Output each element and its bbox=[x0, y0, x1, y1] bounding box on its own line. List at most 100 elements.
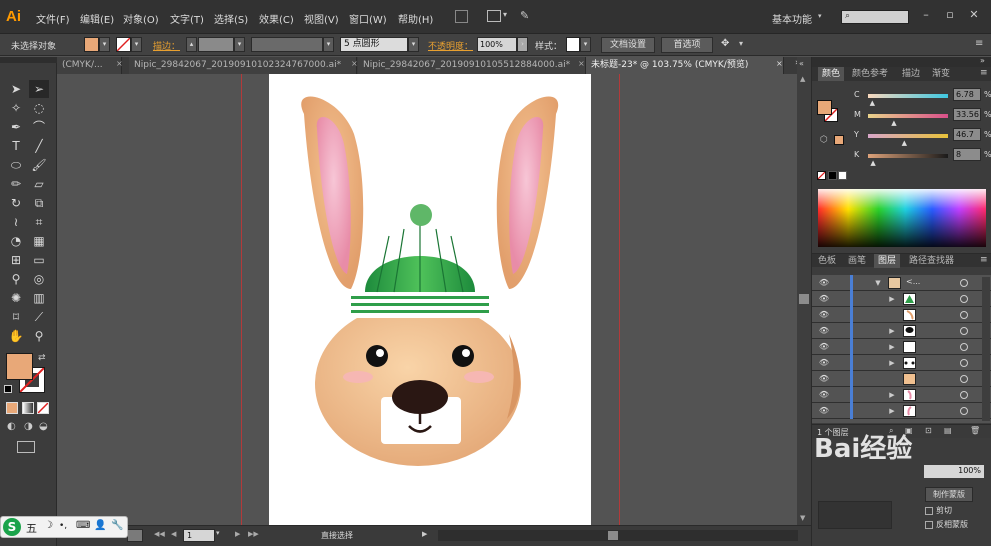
search-input[interactable]: ⌕ bbox=[841, 10, 909, 24]
layer-row[interactable]: 👁 ▶ bbox=[812, 339, 991, 355]
eraser-tool-icon[interactable]: ▱ bbox=[29, 175, 49, 193]
channel-y-slider[interactable] bbox=[868, 134, 948, 138]
clip-checkbox[interactable] bbox=[925, 507, 933, 515]
tab-layers[interactable]: 图层 bbox=[874, 254, 901, 268]
type-tool-icon[interactable]: T bbox=[6, 137, 26, 155]
tab-gradient[interactable]: 渐变 bbox=[928, 67, 954, 81]
channel-k-value[interactable]: 8 bbox=[953, 148, 981, 161]
tab-document-3[interactable]: Nipic_29842067_20190910105512884000.ai* bbox=[358, 57, 586, 74]
draw-behind-icon[interactable]: ◑ bbox=[24, 421, 33, 432]
tab-color[interactable]: 颜色 bbox=[818, 67, 845, 81]
channel-c-value[interactable]: 6.78 bbox=[953, 88, 981, 101]
target-indicator[interactable] bbox=[960, 343, 968, 351]
tab-pathfinder[interactable]: 路径查找器 bbox=[905, 254, 958, 268]
eye-icon[interactable]: 👁 bbox=[818, 374, 830, 384]
rotate-tool-icon[interactable]: ↻ bbox=[6, 194, 26, 212]
ime-user-icon[interactable]: 👤 bbox=[94, 520, 106, 531]
layer-row[interactable]: 👁 ▶ bbox=[812, 291, 991, 307]
shape-builder-tool-icon[interactable]: ◔ bbox=[6, 232, 26, 250]
stroke-label[interactable]: 描边： bbox=[153, 39, 180, 52]
tab-brushes[interactable]: 画笔 bbox=[844, 254, 870, 268]
chevron-right-icon[interactable]: ▶ bbox=[888, 358, 896, 368]
target-indicator[interactable] bbox=[960, 311, 968, 319]
make-mask-button[interactable]: 制作蒙版 bbox=[925, 487, 973, 502]
none-swatch[interactable] bbox=[817, 171, 826, 180]
layer-row[interactable]: 👁 ▶ bbox=[812, 403, 991, 419]
target-indicator[interactable] bbox=[960, 375, 968, 383]
chevron-right-icon[interactable]: ▶ bbox=[888, 326, 896, 336]
preferences-button[interactable]: 首选项 bbox=[661, 37, 713, 53]
none-mode-icon[interactable] bbox=[37, 402, 49, 414]
channel-k-thumb[interactable]: ▲ bbox=[870, 159, 875, 167]
channel-y-thumb[interactable]: ▲ bbox=[902, 139, 907, 147]
first-artboard-arrow[interactable]: ◀◀ bbox=[154, 530, 165, 538]
eye-icon[interactable]: 👁 bbox=[818, 342, 830, 352]
tab-document-2[interactable]: Nipic_29842067_20190910102324767000.ai* bbox=[129, 57, 357, 74]
chevron-down-icon[interactable]: ▾ bbox=[323, 37, 334, 52]
channel-c-slider[interactable] bbox=[868, 94, 948, 98]
symbol-sprayer-tool-icon[interactable]: ✺ bbox=[6, 289, 26, 307]
layer-row[interactable]: 👁 ▶ bbox=[812, 323, 991, 339]
perspective-grid-tool-icon[interactable]: ▦ bbox=[29, 232, 49, 250]
ime-toolbar[interactable]: S 五 ☽ •, ⌨ 👤 🔧 bbox=[0, 516, 128, 538]
menu-type[interactable]: 文字(T) bbox=[170, 11, 204, 26]
tab-document-active[interactable]: 未标题-23* @ 103.75% (CMYK/预览) bbox=[586, 57, 784, 74]
draw-inside-icon[interactable]: ◒ bbox=[39, 421, 48, 432]
h-scroll-thumb[interactable] bbox=[608, 531, 618, 540]
ime-tools-icon[interactable]: 🔧 bbox=[111, 520, 123, 531]
eye-icon[interactable]: 👁 bbox=[818, 278, 830, 288]
eye-icon[interactable]: 👁 bbox=[818, 390, 830, 400]
eye-icon[interactable]: 👁 bbox=[818, 326, 830, 336]
target-indicator[interactable] bbox=[960, 279, 968, 287]
channel-m-slider[interactable] bbox=[868, 114, 948, 118]
fill-color-swatch[interactable] bbox=[6, 353, 33, 380]
channel-m-value[interactable]: 33.56 bbox=[953, 108, 981, 121]
chevron-down-icon[interactable]: ▾ bbox=[580, 37, 591, 52]
gpu-performance-icon[interactable]: ✎ bbox=[520, 9, 529, 22]
panel-menu-icon[interactable]: ≡ bbox=[980, 68, 988, 78]
pen-tool-icon[interactable]: ✒ bbox=[6, 118, 26, 136]
color-spectrum[interactable] bbox=[818, 189, 986, 247]
chevron-right-icon[interactable]: ▶ bbox=[888, 294, 896, 304]
stroke-dropdown[interactable]: ▾ bbox=[131, 37, 142, 52]
eye-icon[interactable]: 👁 bbox=[818, 358, 830, 368]
menu-object[interactable]: 对象(O) bbox=[123, 11, 159, 26]
panel-dock-header[interactable]: » bbox=[812, 56, 991, 67]
eye-icon[interactable]: 👁 bbox=[818, 294, 830, 304]
minimize-button[interactable]: – bbox=[918, 8, 934, 22]
color-mode-icon[interactable] bbox=[6, 402, 18, 414]
black-swatch[interactable] bbox=[828, 171, 837, 180]
chevron-down-icon[interactable]: ▾ bbox=[818, 12, 822, 20]
menu-edit[interactable]: 编辑(E) bbox=[80, 11, 114, 26]
blend-tool-icon[interactable]: ◎ bbox=[29, 270, 49, 288]
tab-stroke[interactable]: 描边 bbox=[898, 67, 924, 81]
fill-dropdown[interactable]: ▾ bbox=[99, 37, 110, 52]
collapse-panels-icon[interactable]: « bbox=[799, 59, 804, 68]
bridge-icon[interactable] bbox=[455, 10, 468, 23]
last-artboard-arrow[interactable]: ▶▶ bbox=[248, 530, 259, 538]
swap-fill-stroke-icon[interactable]: ⇄ bbox=[38, 353, 46, 363]
next-artboard-arrow[interactable]: ▶ bbox=[235, 530, 240, 538]
screen-mode-icon[interactable] bbox=[17, 441, 35, 453]
gradient-mode-icon[interactable] bbox=[22, 402, 34, 414]
layer-row[interactable]: 👁 ▶ bbox=[812, 355, 991, 371]
chevron-down-icon[interactable]: ▾ bbox=[739, 39, 743, 48]
stroke-weight-input[interactable] bbox=[198, 37, 234, 52]
layer-row[interactable]: 👁 bbox=[812, 371, 991, 387]
direct-selection-tool-icon[interactable]: ➢ bbox=[29, 80, 49, 98]
workspace-switcher[interactable]: 基本功能 bbox=[772, 11, 812, 26]
variable-width-select[interactable] bbox=[251, 37, 323, 52]
invert-mask-checkbox[interactable] bbox=[925, 521, 933, 529]
vertical-scrollbar[interactable]: « ▲ ▼ bbox=[797, 57, 811, 527]
layer-row[interactable]: 👁 bbox=[812, 307, 991, 323]
target-indicator[interactable] bbox=[960, 407, 968, 415]
magic-wand-tool-icon[interactable]: ✧ bbox=[6, 99, 26, 117]
eyedropper-tool-icon[interactable]: ⚲ bbox=[6, 270, 26, 288]
menu-view[interactable]: 视图(V) bbox=[304, 11, 339, 26]
scroll-up-arrow[interactable]: ▲ bbox=[800, 75, 805, 83]
menu-file[interactable]: 文件(F) bbox=[36, 11, 70, 26]
target-indicator[interactable] bbox=[960, 295, 968, 303]
tab-swatches[interactable]: 色板 bbox=[814, 254, 840, 268]
chevron-down-icon[interactable]: ▼ bbox=[874, 278, 882, 288]
scroll-down-arrow[interactable]: ▼ bbox=[800, 514, 805, 522]
